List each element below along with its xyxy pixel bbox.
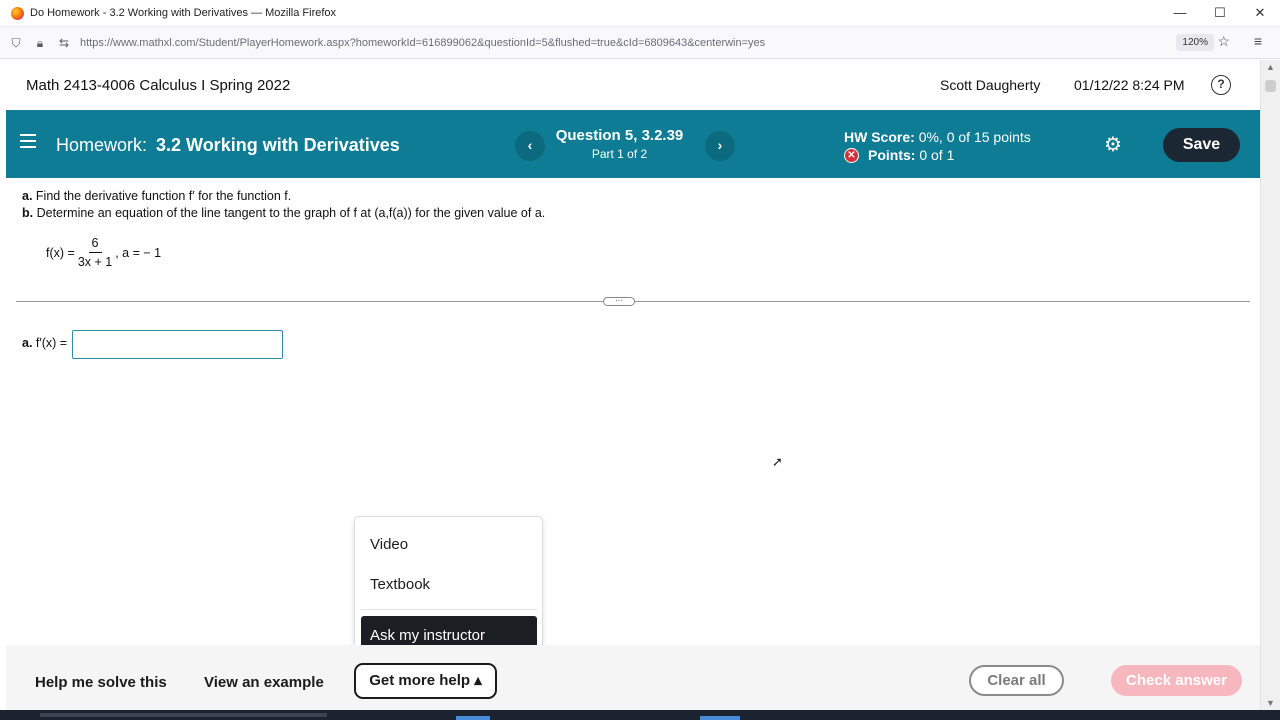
menu-separator bbox=[361, 609, 537, 610]
maximize-button[interactable]: ☐ bbox=[1200, 0, 1240, 27]
check-answer-button[interactable]: Check answer bbox=[1111, 665, 1242, 696]
os-taskbar bbox=[0, 710, 1280, 720]
a-value: , a = − 1 bbox=[115, 245, 162, 260]
help-me-solve-button[interactable]: Help me solve this bbox=[35, 674, 167, 691]
window-titlebar: Do Homework - 3.2 Working with Derivativ… bbox=[0, 0, 1280, 27]
fraction-numerator: 6 bbox=[88, 236, 102, 253]
part-b-letter: b. bbox=[22, 206, 34, 220]
function-formula: f(x) = 6 3x + 1 , a = − 1 bbox=[46, 236, 161, 269]
scroll-up-icon[interactable]: ▲ bbox=[1266, 62, 1275, 72]
clear-all-button[interactable]: Clear all bbox=[969, 665, 1064, 696]
part-a-letter: a. bbox=[22, 189, 33, 203]
help-icon[interactable]: ? bbox=[1211, 75, 1231, 95]
homework-label: Homework: bbox=[56, 135, 148, 155]
part-a-text: Find the derivative function f′ for the … bbox=[35, 189, 292, 203]
shield-icon[interactable]: ⛉ bbox=[8, 35, 24, 51]
view-example-button[interactable]: View an example bbox=[204, 674, 324, 691]
scroll-down-icon[interactable]: ▼ bbox=[1266, 698, 1275, 708]
course-title: Math 2413-4006 Calculus I Spring 2022 bbox=[26, 77, 291, 94]
browser-urlbar: ⛉ 🔒︎ ⇆ https://www.mathxl.com/Student/Pl… bbox=[0, 27, 1280, 59]
course-header: Math 2413-4006 Calculus I Spring 2022 Sc… bbox=[6, 60, 1260, 110]
minimize-button[interactable]: — bbox=[1160, 0, 1200, 27]
hamburger-menu-icon[interactable] bbox=[20, 134, 36, 152]
answer-label: a. f′(x) = bbox=[22, 336, 67, 350]
points: ✕ Points: 0 of 1 bbox=[844, 147, 954, 163]
incorrect-icon: ✕ bbox=[844, 147, 859, 163]
browser-menu-icon[interactable]: ≡ bbox=[1254, 33, 1262, 49]
menu-item-textbook[interactable]: Textbook bbox=[370, 576, 430, 593]
zoom-level[interactable]: 120% bbox=[1176, 34, 1214, 51]
bookmark-star-icon[interactable]: ☆ bbox=[1217, 33, 1230, 50]
page-content: Math 2413-4006 Calculus I Spring 2022 Sc… bbox=[6, 60, 1260, 710]
permissions-icon[interactable]: ⇆ bbox=[56, 35, 72, 51]
answer-letter: a. bbox=[22, 336, 33, 350]
question-part-b: b. Determine an equation of the line tan… bbox=[22, 206, 545, 220]
question-title: Question 5, 3.2.39 bbox=[555, 127, 684, 144]
window-controls: — ☐ ✕ bbox=[1160, 0, 1280, 27]
gear-icon[interactable]: ⚙ bbox=[1104, 132, 1122, 157]
next-question-button[interactable]: › bbox=[705, 131, 735, 161]
hw-score-value: 0%, 0 of 15 points bbox=[918, 129, 1031, 145]
hw-score-label: HW Score: bbox=[844, 129, 915, 145]
derivative-answer-input[interactable] bbox=[72, 330, 283, 359]
previous-question-button[interactable]: ‹ bbox=[515, 131, 545, 161]
divider-handle[interactable]: ··· bbox=[603, 297, 635, 306]
scroll-thumb[interactable] bbox=[1265, 80, 1276, 92]
question-text: a. Find the derivative function f′ for t… bbox=[22, 189, 545, 223]
question-part: Part 1 of 2 bbox=[591, 147, 648, 161]
footer-bar: Help me solve this View an example Get m… bbox=[6, 645, 1260, 710]
points-value: 0 of 1 bbox=[919, 147, 955, 163]
mouse-cursor-icon: ➚ bbox=[772, 454, 783, 469]
fraction: 6 3x + 1 bbox=[78, 236, 112, 269]
page-scrollbar[interactable]: ▲ ▼ bbox=[1260, 60, 1280, 710]
taskbar-app-2[interactable] bbox=[700, 716, 740, 720]
formula-lhs: f(x) = bbox=[46, 245, 75, 260]
lock-icon[interactable]: 🔒︎ bbox=[32, 35, 48, 51]
part-b-text: Determine an equation of the line tangen… bbox=[36, 206, 546, 220]
answer-text: f′(x) = bbox=[35, 336, 68, 350]
url-field[interactable]: https://www.mathxl.com/Student/PlayerHom… bbox=[80, 37, 765, 49]
menu-item-video[interactable]: Video bbox=[370, 536, 408, 553]
date-time: 01/12/22 8:24 PM bbox=[1074, 77, 1185, 93]
taskbar-app-1[interactable] bbox=[456, 716, 490, 720]
points-label: Points: bbox=[868, 147, 916, 163]
save-button[interactable]: Save bbox=[1163, 128, 1240, 162]
user-name: Scott Daugherty bbox=[940, 77, 1041, 93]
homework-bar: Homework: 3.2 Working with Derivatives ‹… bbox=[6, 110, 1260, 178]
homework-name: 3.2 Working with Derivatives bbox=[156, 135, 400, 155]
get-more-help-menu: Video Textbook Ask my instructor bbox=[354, 516, 543, 662]
window-title: Do Homework - 3.2 Working with Derivativ… bbox=[30, 7, 337, 19]
question-part-a: a. Find the derivative function f′ for t… bbox=[22, 189, 545, 203]
fraction-denominator: 3x + 1 bbox=[77, 255, 113, 269]
close-button[interactable]: ✕ bbox=[1240, 0, 1280, 27]
taskbar-search[interactable] bbox=[40, 713, 327, 717]
firefox-logo-icon bbox=[11, 6, 24, 20]
get-more-help-button[interactable]: Get more help ▴ bbox=[354, 663, 497, 699]
hw-score: HW Score: 0%, 0 of 15 points bbox=[844, 129, 1031, 145]
